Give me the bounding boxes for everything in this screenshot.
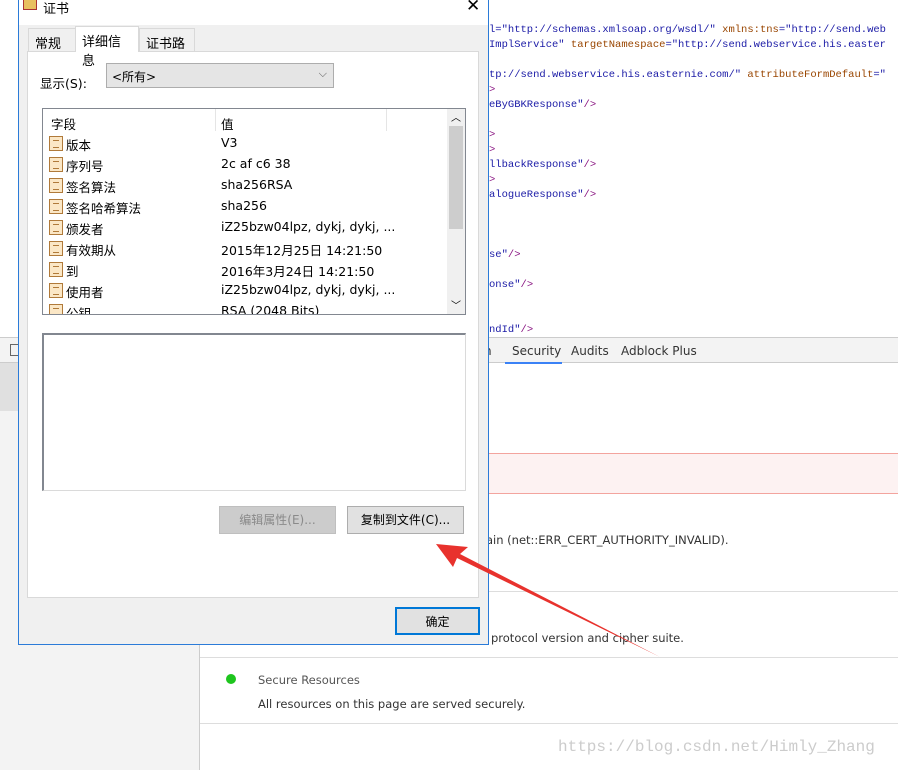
- red-arrow-icon: [436, 544, 660, 657]
- tab-details[interactable]: 详细信息: [75, 26, 139, 69]
- annotation-arrow: [436, 544, 660, 657]
